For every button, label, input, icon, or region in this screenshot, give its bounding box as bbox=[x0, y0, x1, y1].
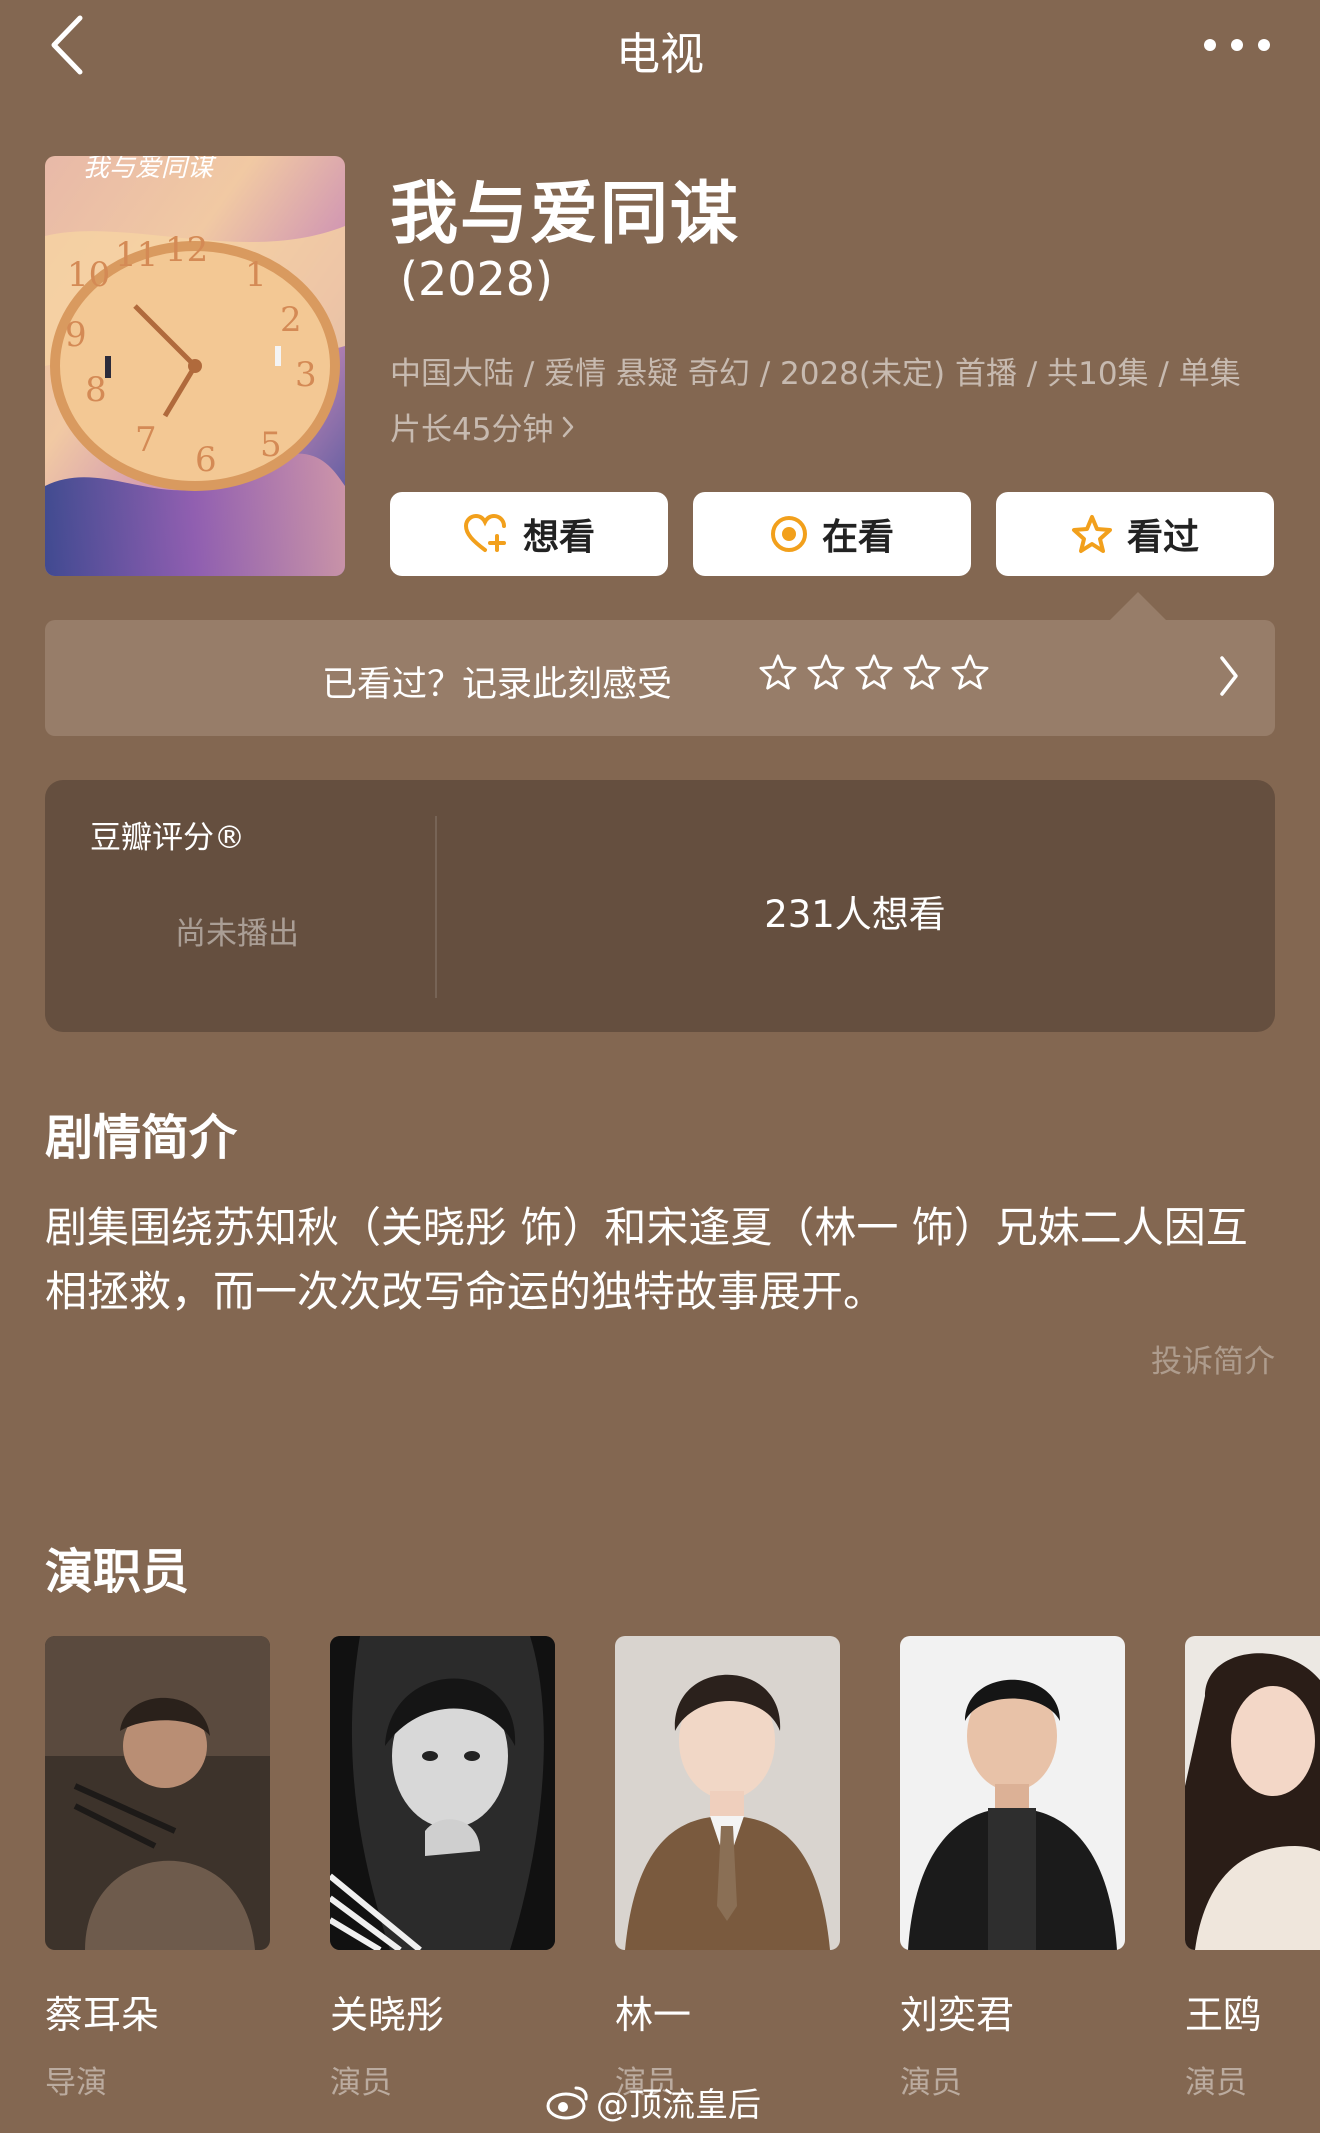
poster-title-art: 我与爱同谋 bbox=[83, 156, 217, 183]
poster-image[interactable]: 10 11 12 123 56789 我与爱同谋 bbox=[45, 156, 345, 576]
poster-art: 10 11 12 123 56789 我与爱同谋 bbox=[45, 156, 345, 576]
score-status: 尚未播出 bbox=[175, 916, 299, 952]
rating-star-icon[interactable] bbox=[854, 652, 894, 692]
cast-role: 演员 bbox=[330, 2065, 392, 2101]
show-meta: 中国大陆 / 爱情 悬疑 奇幻 / 2028(未定) 首播 / 共10集 / 单… bbox=[390, 356, 1241, 392]
svg-text:6: 6 bbox=[195, 440, 217, 480]
page-title: 电视 bbox=[616, 29, 704, 80]
target-icon bbox=[770, 516, 807, 552]
svg-text:9: 9 bbox=[65, 315, 87, 355]
watermark-text: @顶流皇后 bbox=[596, 2085, 761, 2124]
show-title: 我与爱同谋 bbox=[390, 175, 741, 254]
want-to-watch-button[interactable]: 想看 bbox=[390, 492, 668, 576]
more-options-button[interactable] bbox=[1204, 34, 1270, 56]
watched-label: 看过 bbox=[1126, 517, 1199, 558]
report-synopsis-link[interactable]: 投诉简介 bbox=[1151, 1336, 1275, 1381]
svg-text:2: 2 bbox=[280, 300, 302, 340]
watching-label: 在看 bbox=[821, 517, 894, 558]
rate-pointer bbox=[1110, 592, 1166, 620]
show-meta-more-link[interactable]: 片长45分钟 bbox=[390, 404, 575, 449]
cast-photo bbox=[1185, 1636, 1320, 1950]
synopsis-heading: 剧情简介 bbox=[45, 1110, 238, 1166]
svg-text:1: 1 bbox=[245, 255, 267, 295]
cast-card[interactable]: 林一 演员 bbox=[615, 1636, 840, 2102]
cast-name: 林一 bbox=[615, 1993, 692, 2037]
watched-button[interactable]: 看过 bbox=[996, 492, 1274, 576]
cast-photo bbox=[615, 1636, 840, 1950]
svg-text:11: 11 bbox=[115, 235, 158, 275]
want-label: 想看 bbox=[522, 517, 595, 558]
chevron-right-icon bbox=[563, 416, 574, 437]
cast-name: 刘奕君 bbox=[900, 1993, 1015, 2037]
cast-photo bbox=[900, 1636, 1125, 1950]
cast-role: 演员 bbox=[900, 2065, 962, 2101]
cast-card[interactable]: 关晓彤 演员 bbox=[330, 1636, 555, 2102]
cast-photo bbox=[45, 1636, 270, 1950]
star-icon bbox=[1071, 515, 1112, 553]
weibo-logo-icon bbox=[546, 2086, 588, 2120]
cast-card[interactable]: 蔡耳朵 导演 bbox=[45, 1636, 270, 2102]
cast-name: 关晓彤 bbox=[330, 1993, 445, 2037]
cast-name: 蔡耳朵 bbox=[45, 1993, 160, 2037]
svg-text:5: 5 bbox=[260, 425, 282, 465]
rate-prompt-text: 已看过？记录此刻感受 bbox=[322, 665, 673, 705]
synopsis-text: 剧集围绕苏知秋（关晓彤 饰）和宋逢夏（林一 饰）兄妹二人因互相拯救，而一次次改写… bbox=[45, 1203, 1248, 1316]
rating-star-icon[interactable] bbox=[902, 652, 942, 692]
show-runtime: 片长45分钟 bbox=[390, 412, 554, 448]
svg-text:3: 3 bbox=[295, 355, 317, 395]
rate-chevron-right-icon[interactable] bbox=[1218, 654, 1240, 702]
svg-text:8: 8 bbox=[85, 370, 107, 410]
heart-plus-icon bbox=[463, 514, 506, 552]
svg-text:12: 12 bbox=[165, 230, 208, 270]
cast-name: 王鸥 bbox=[1185, 1993, 1262, 2037]
watermark: @顶流皇后 bbox=[546, 2078, 761, 2126]
rating-star-icon[interactable] bbox=[950, 652, 990, 692]
rating-star-icon[interactable] bbox=[806, 652, 846, 692]
rating-stars[interactable] bbox=[758, 652, 990, 692]
cast-role: 导演 bbox=[45, 2065, 107, 2101]
cast-card[interactable]: 王鸥 演员 bbox=[1185, 1636, 1320, 2102]
cast-heading: 演职员 bbox=[45, 1544, 190, 1600]
score-label: 豆瓣评分® bbox=[90, 820, 245, 856]
more-icon bbox=[1204, 39, 1216, 51]
cast-card[interactable]: 刘奕君 演员 bbox=[900, 1636, 1125, 2102]
want-count[interactable]: 231人想看 bbox=[435, 884, 1275, 938]
svg-text:10: 10 bbox=[67, 255, 110, 295]
show-year: (2028) bbox=[400, 252, 553, 306]
cast-role: 演员 bbox=[1185, 2065, 1247, 2101]
svg-text:7: 7 bbox=[135, 420, 157, 460]
rating-star-icon[interactable] bbox=[758, 652, 798, 692]
cast-photo bbox=[330, 1636, 555, 1950]
watching-button[interactable]: 在看 bbox=[693, 492, 971, 576]
